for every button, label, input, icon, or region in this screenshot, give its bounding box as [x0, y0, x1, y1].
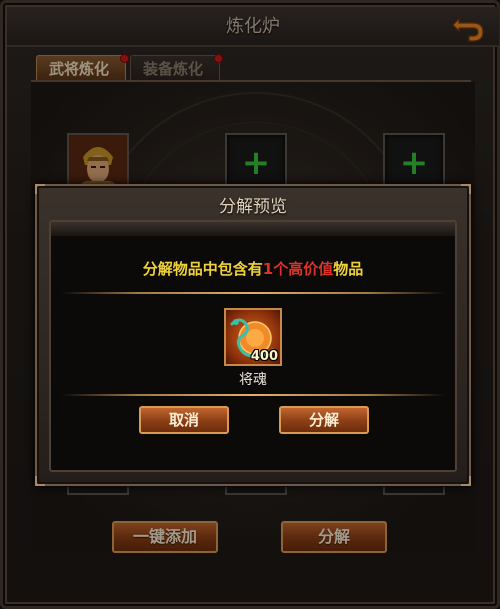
divider	[61, 292, 445, 294]
message-highlight: 1个高价值	[262, 260, 334, 278]
decompose-preview-dialog: 分解预览 分解物品中包含有1个高价值物品 400 将魂 取消 分解	[35, 184, 471, 486]
cancel-button[interactable]: 取消	[139, 406, 229, 434]
item-count: 400	[250, 349, 278, 364]
message-prefix: 分解物品中包含有	[142, 260, 263, 278]
reward-item-slot[interactable]: 400	[224, 308, 282, 366]
divider	[61, 394, 445, 396]
corner-ornament	[35, 476, 45, 486]
message-suffix: 物品	[333, 260, 364, 278]
dialog-body-header	[51, 222, 455, 236]
item-name: 将魂	[239, 372, 267, 388]
corner-ornament	[461, 476, 471, 486]
decompose-warning-message: 分解物品中包含有1个高价值物品	[51, 258, 455, 279]
dialog-title: 分解预览	[219, 197, 287, 217]
confirm-decompose-button[interactable]: 分解	[279, 406, 369, 434]
dialog-body: 分解物品中包含有1个高价值物品 400 将魂 取消 分解	[49, 220, 457, 472]
